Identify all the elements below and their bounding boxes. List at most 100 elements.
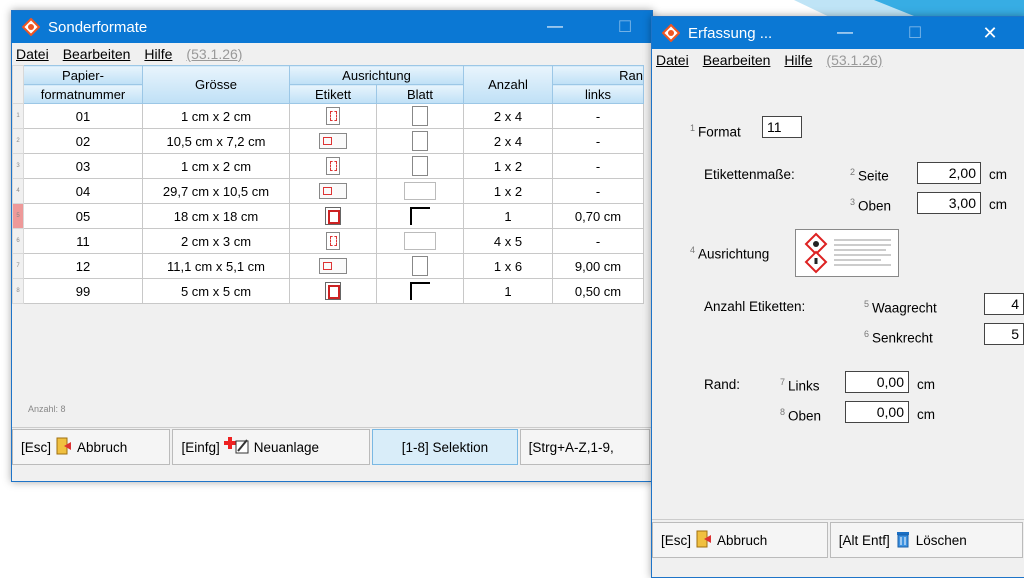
cell-formatnummer[interactable]: 99 bbox=[23, 278, 143, 304]
titlebar[interactable]: Sonderformate — ☐ bbox=[12, 11, 652, 43]
row-number[interactable]: 7 bbox=[12, 253, 24, 279]
cell-groesse[interactable]: 11,1 cm x 5,1 cm bbox=[142, 253, 290, 279]
menu-file[interactable]: Datei bbox=[16, 46, 49, 62]
minimize-button[interactable]: — bbox=[822, 17, 868, 49]
cell-formatnummer[interactable]: 11 bbox=[23, 228, 143, 254]
cell-groesse[interactable]: 29,7 cm x 10,5 cm bbox=[142, 178, 290, 204]
row-number[interactable]: 5 bbox=[12, 203, 24, 229]
close-button[interactable]: ✕ bbox=[967, 17, 1013, 49]
cell-anzahl[interactable]: 2 x 4 bbox=[463, 128, 553, 154]
jump-button[interactable]: [Strg+A-Z,1-9, bbox=[519, 429, 650, 465]
col-links[interactable]: links bbox=[552, 84, 644, 104]
cell-anzahl[interactable]: 1 x 6 bbox=[463, 253, 553, 279]
waagrecht-field[interactable]: 4 bbox=[984, 293, 1024, 315]
table-row[interactable]: 1 01 1 cm x 2 cm 2 x 4- bbox=[12, 103, 644, 129]
table-row[interactable]: 6 11 2 cm x 3 cm 4 x 5- bbox=[12, 228, 644, 254]
cell-blatt[interactable] bbox=[376, 178, 464, 204]
cell-anzahl[interactable]: 4 x 5 bbox=[463, 228, 553, 254]
cell-etikett[interactable] bbox=[289, 278, 377, 304]
cell-etikett[interactable] bbox=[289, 253, 377, 279]
table-row[interactable]: 7 12 11,1 cm x 5,1 cm 1 x 6 9,00 cm bbox=[12, 253, 644, 279]
cell-links[interactable]: - bbox=[552, 228, 644, 254]
cell-links[interactable]: - bbox=[552, 178, 644, 204]
table-row[interactable]: 5 05 18 cm x 18 cm 1 0,70 cm bbox=[12, 203, 644, 229]
col-anzahl[interactable]: Anzahl bbox=[463, 65, 553, 104]
row-number[interactable]: 8 bbox=[12, 278, 24, 304]
row-number[interactable]: 2 bbox=[12, 128, 24, 154]
cell-formatnummer[interactable]: 01 bbox=[23, 103, 143, 129]
cell-anzahl[interactable]: 2 x 4 bbox=[463, 103, 553, 129]
rand-oben-field[interactable]: 0,00 bbox=[845, 401, 909, 423]
cell-links[interactable]: 0,50 cm bbox=[552, 278, 644, 304]
cell-blatt[interactable] bbox=[376, 228, 464, 254]
cell-groesse[interactable]: 18 cm x 18 cm bbox=[142, 203, 290, 229]
col-papier[interactable]: Papier- bbox=[23, 65, 143, 85]
cell-anzahl[interactable]: 1 x 2 bbox=[463, 178, 553, 204]
cell-formatnummer[interactable]: 05 bbox=[23, 203, 143, 229]
col-ausrichtung[interactable]: Ausrichtung bbox=[289, 65, 464, 85]
cancel-button[interactable]: [Esc] Abbruch bbox=[652, 522, 828, 558]
titlebar[interactable]: Erfassung ... — ☐ ✕ bbox=[652, 17, 1024, 49]
table-row[interactable]: 8 99 5 cm x 5 cm 1 0,50 cm bbox=[12, 278, 644, 304]
cell-links[interactable]: - bbox=[552, 153, 644, 179]
menu-help[interactable]: Hilfe bbox=[784, 52, 812, 68]
format-field[interactable]: 11 bbox=[762, 116, 802, 138]
cell-groesse[interactable]: 1 cm x 2 cm bbox=[142, 103, 290, 129]
cell-blatt[interactable] bbox=[376, 103, 464, 129]
cell-etikett[interactable] bbox=[289, 103, 377, 129]
cell-blatt[interactable] bbox=[376, 253, 464, 279]
maximize-button[interactable]: ☐ bbox=[602, 11, 648, 43]
menu-file[interactable]: Datei bbox=[656, 52, 689, 68]
cell-anzahl[interactable]: 1 bbox=[463, 278, 553, 304]
row-number[interactable]: 4 bbox=[12, 178, 24, 204]
cancel-button[interactable]: [Esc] Abbruch bbox=[12, 429, 171, 465]
senkrecht-field[interactable]: 5 bbox=[984, 323, 1024, 345]
cell-etikett[interactable] bbox=[289, 128, 377, 154]
table-row[interactable]: 2 02 10,5 cm x 7,2 cm 2 x 4- bbox=[12, 128, 644, 154]
cell-formatnummer[interactable]: 02 bbox=[23, 128, 143, 154]
cell-links[interactable]: 0,70 cm bbox=[552, 203, 644, 229]
menu-help[interactable]: Hilfe bbox=[144, 46, 172, 62]
cell-blatt[interactable] bbox=[376, 153, 464, 179]
col-formatnummer[interactable]: formatnummer bbox=[23, 84, 143, 104]
cell-blatt[interactable] bbox=[376, 203, 464, 229]
cell-links[interactable]: - bbox=[552, 103, 644, 129]
col-etikett[interactable]: Etikett bbox=[289, 84, 377, 104]
cell-blatt[interactable] bbox=[376, 128, 464, 154]
rand-links-field[interactable]: 0,00 bbox=[845, 371, 909, 393]
cell-anzahl[interactable]: 1 bbox=[463, 203, 553, 229]
menu-edit[interactable]: Bearbeiten bbox=[703, 52, 771, 68]
cell-groesse[interactable]: 10,5 cm x 7,2 cm bbox=[142, 128, 290, 154]
cell-formatnummer[interactable]: 12 bbox=[23, 253, 143, 279]
col-blatt[interactable]: Blatt bbox=[376, 84, 464, 104]
cell-etikett[interactable] bbox=[289, 153, 377, 179]
cell-groesse[interactable]: 2 cm x 3 cm bbox=[142, 228, 290, 254]
cell-groesse[interactable]: 1 cm x 2 cm bbox=[142, 153, 290, 179]
cell-anzahl[interactable]: 1 x 2 bbox=[463, 153, 553, 179]
col-rand[interactable]: Ran bbox=[552, 65, 644, 85]
seite-field[interactable]: 2,00 bbox=[917, 162, 981, 184]
cell-formatnummer[interactable]: 04 bbox=[23, 178, 143, 204]
oben-field[interactable]: 3,00 bbox=[917, 192, 981, 214]
delete-button[interactable]: [Alt Entf] Löschen bbox=[829, 522, 1023, 558]
new-button[interactable]: [Einfg] Neuanlage bbox=[172, 429, 371, 465]
table-row[interactable]: 3 03 1 cm x 2 cm 1 x 2- bbox=[12, 153, 644, 179]
row-number[interactable]: 3 bbox=[12, 153, 24, 179]
table-row[interactable]: 4 04 29,7 cm x 10,5 cm 1 x 2- bbox=[12, 178, 644, 204]
row-number[interactable]: 1 bbox=[12, 103, 24, 129]
row-number[interactable]: 6 bbox=[12, 228, 24, 254]
cell-etikett[interactable] bbox=[289, 228, 377, 254]
minimize-button[interactable]: — bbox=[532, 11, 578, 43]
menu-edit[interactable]: Bearbeiten bbox=[63, 46, 131, 62]
cell-etikett[interactable] bbox=[289, 203, 377, 229]
cell-links[interactable]: - bbox=[552, 128, 644, 154]
cell-groesse[interactable]: 5 cm x 5 cm bbox=[142, 278, 290, 304]
cell-blatt[interactable] bbox=[376, 278, 464, 304]
selection-button[interactable]: [1-8] Selektion bbox=[372, 429, 518, 465]
col-groesse[interactable]: Grösse bbox=[142, 65, 290, 104]
cell-etikett[interactable] bbox=[289, 178, 377, 204]
maximize-button[interactable]: ☐ bbox=[892, 17, 938, 49]
cell-formatnummer[interactable]: 03 bbox=[23, 153, 143, 179]
orientation-preview-icon[interactable] bbox=[795, 229, 899, 277]
cell-links[interactable]: 9,00 cm bbox=[552, 253, 644, 279]
